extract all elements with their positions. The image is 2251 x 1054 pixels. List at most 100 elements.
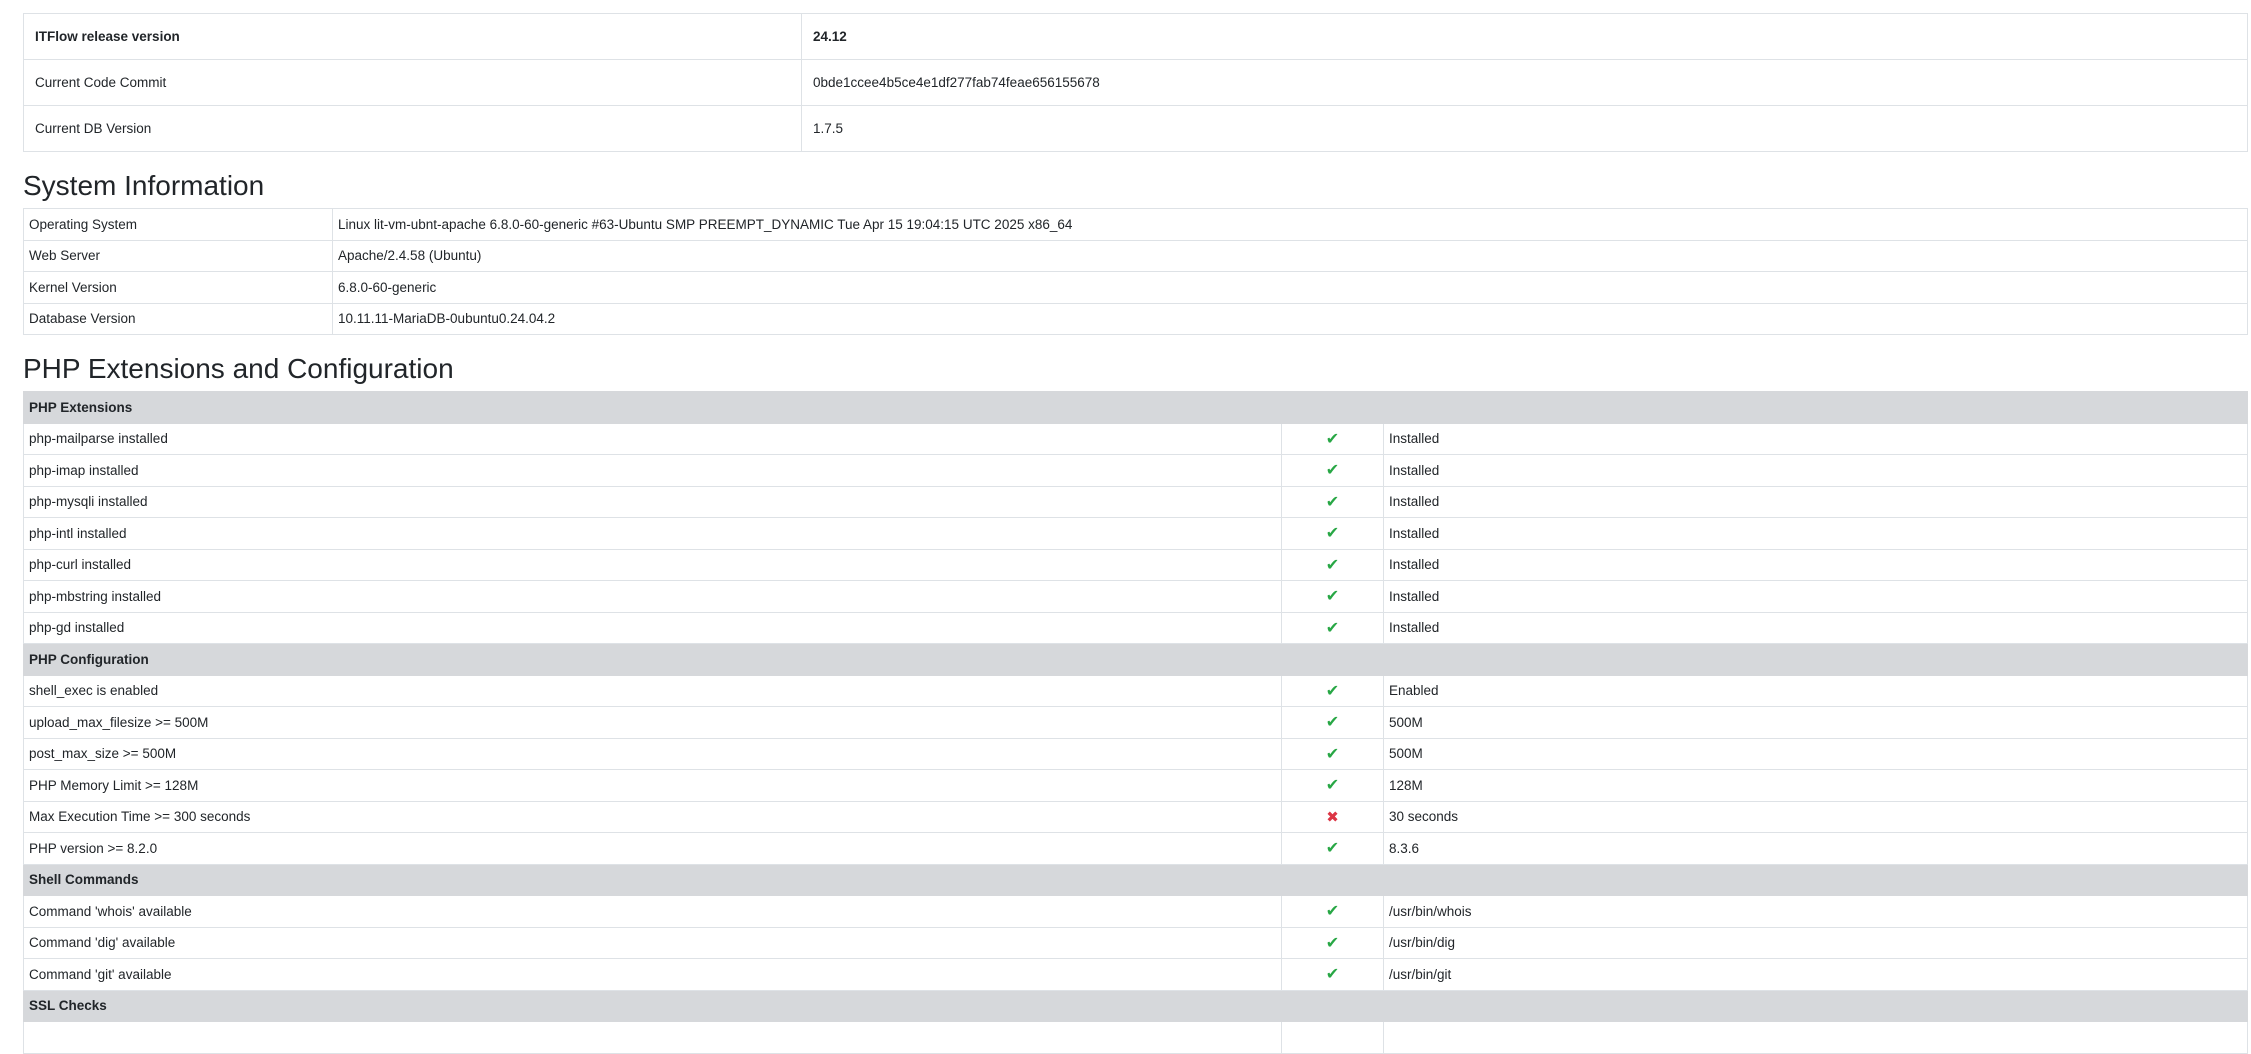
check-value: 128M bbox=[1383, 769, 2248, 802]
table-row: shell_exec is enabled ✔ Enabled bbox=[23, 674, 2248, 707]
check-label: Command 'whois' available bbox=[23, 895, 1282, 928]
row-label: Operating System bbox=[23, 208, 333, 241]
cross-icon: ✖ bbox=[1326, 808, 1339, 826]
row-label: Web Server bbox=[23, 239, 333, 272]
section-title: PHP Configuration bbox=[23, 643, 2248, 676]
check-value: 500M bbox=[1383, 737, 2248, 770]
status-cell: ✔ bbox=[1281, 769, 1384, 802]
table-row: Command 'dig' available ✔ /usr/bin/dig bbox=[23, 926, 2248, 959]
php-config-heading: PHP Extensions and Configuration bbox=[23, 353, 454, 384]
check-value: 500M bbox=[1383, 706, 2248, 739]
status-cell: ✔ bbox=[1281, 454, 1384, 487]
section-header-row: Shell Commands bbox=[23, 863, 2248, 896]
table-row: Operating System Linux lit-vm-ubnt-apach… bbox=[23, 208, 2248, 241]
php-config-body: PHP Extensions php-mailparse installed ✔ In… bbox=[23, 391, 2248, 1054]
status-cell: ✔ bbox=[1281, 517, 1384, 550]
table-row: Max Execution Time >= 300 seconds ✖ 30 sec… bbox=[23, 800, 2248, 833]
php-config-table: PHP Extensions php-mailparse installed ✔ In… bbox=[23, 391, 2248, 1054]
table-row: PHP Memory Limit >= 128M ✔ 128M bbox=[23, 769, 2248, 802]
table-row: php-imap installed ✔ Installed bbox=[23, 454, 2248, 487]
status-cell: ✔ bbox=[1281, 548, 1384, 581]
check-value: Installed bbox=[1383, 485, 2248, 518]
row-value: Apache/2.4.58 (Ubuntu) bbox=[332, 239, 2248, 272]
status-cell: ✔ bbox=[1281, 485, 1384, 518]
check-icon: ✔ bbox=[1325, 840, 1340, 858]
version-value: 24.12 bbox=[801, 13, 2248, 60]
check-icon: ✔ bbox=[1325, 556, 1340, 574]
check-label: PHP Memory Limit >= 128M bbox=[23, 769, 1282, 802]
check-value bbox=[1383, 1021, 2248, 1054]
page: ITFlow release version 24.12 Current Cod… bbox=[23, 0, 2248, 1054]
check-icon: ✔ bbox=[1325, 777, 1340, 795]
table-row: PHP version >= 8.2.0 ✔ 8.3.6 bbox=[23, 832, 2248, 865]
table-row: php-intl installed ✔ Installed bbox=[23, 517, 2248, 550]
table-row: ITFlow release version 24.12 bbox=[23, 13, 2248, 60]
status-cell: ✔ bbox=[1281, 422, 1384, 455]
table-row: Database Version 10.11.11-MariaDB-0ubunt… bbox=[23, 302, 2248, 335]
check-value: Installed bbox=[1383, 611, 2248, 644]
check-label: Command 'git' available bbox=[23, 958, 1282, 991]
commit-label: Current Code Commit bbox=[23, 59, 802, 106]
check-label: post_max_size >= 500M bbox=[23, 737, 1282, 770]
row-value: 6.8.0-60-generic bbox=[332, 271, 2248, 304]
table-row: upload_max_filesize >= 500M ✔ 500M bbox=[23, 706, 2248, 739]
db-version-value: 1.7.5 bbox=[801, 105, 2248, 152]
check-icon: ✔ bbox=[1325, 745, 1340, 763]
table-row: Web Server Apache/2.4.58 (Ubuntu) bbox=[23, 239, 2248, 272]
check-value: /usr/bin/whois bbox=[1383, 895, 2248, 928]
check-label: php-mailparse installed bbox=[23, 422, 1282, 455]
table-row: Kernel Version 6.8.0-60-generic bbox=[23, 271, 2248, 304]
check-label: upload_max_filesize >= 500M bbox=[23, 706, 1282, 739]
check-label: PHP version >= 8.2.0 bbox=[23, 832, 1282, 865]
version-table: ITFlow release version 24.12 Current Cod… bbox=[23, 13, 2248, 152]
status-cell: ✔ bbox=[1281, 895, 1384, 928]
table-row: php-curl installed ✔ Installed bbox=[23, 548, 2248, 581]
table-row: php-mysqli installed ✔ Installed bbox=[23, 485, 2248, 518]
check-label: Max Execution Time >= 300 seconds bbox=[23, 800, 1282, 833]
db-version-label: Current DB Version bbox=[23, 105, 802, 152]
check-icon: ✔ bbox=[1325, 588, 1340, 606]
system-info-heading: System Information bbox=[23, 170, 265, 201]
table-row: post_max_size >= 500M ✔ 500M bbox=[23, 737, 2248, 770]
check-label: php-intl installed bbox=[23, 517, 1282, 550]
check-value: Installed bbox=[1383, 517, 2248, 550]
check-icon: ✔ bbox=[1325, 682, 1340, 700]
check-icon: ✔ bbox=[1325, 462, 1340, 480]
table-row: php-mbstring installed ✔ Installed bbox=[23, 580, 2248, 613]
section-title: PHP Extensions bbox=[23, 391, 2248, 424]
table-row bbox=[23, 1021, 2248, 1054]
check-icon: ✔ bbox=[1325, 619, 1340, 637]
check-label: php-mbstring installed bbox=[23, 580, 1282, 613]
check-value: Installed bbox=[1383, 580, 2248, 613]
section-title: Shell Commands bbox=[23, 863, 2248, 896]
status-cell bbox=[1281, 1021, 1384, 1054]
check-value: /usr/bin/git bbox=[1383, 958, 2248, 991]
check-icon: ✔ bbox=[1325, 525, 1340, 543]
check-value: Installed bbox=[1383, 422, 2248, 455]
check-value: 8.3.6 bbox=[1383, 832, 2248, 865]
check-value: 30 seconds bbox=[1383, 800, 2248, 833]
check-icon: ✔ bbox=[1325, 934, 1340, 952]
check-label: shell_exec is enabled bbox=[23, 674, 1282, 707]
table-row: php-mailparse installed ✔ Installed bbox=[23, 422, 2248, 455]
check-value: /usr/bin/dig bbox=[1383, 926, 2248, 959]
check-value: Installed bbox=[1383, 548, 2248, 581]
check-value: Enabled bbox=[1383, 674, 2248, 707]
section-header-row: SSL Checks bbox=[23, 989, 2248, 1022]
table-row: Command 'git' available ✔ /usr/bin/git bbox=[23, 958, 2248, 991]
section-header-row: PHP Extensions bbox=[23, 391, 2248, 424]
status-cell: ✔ bbox=[1281, 958, 1384, 991]
status-cell: ✔ bbox=[1281, 580, 1384, 613]
status-cell: ✔ bbox=[1281, 706, 1384, 739]
version-label: ITFlow release version bbox=[23, 13, 802, 60]
table-row: Current Code Commit 0bde1ccee4b5ce4e1df2… bbox=[23, 59, 2248, 106]
check-icon: ✔ bbox=[1325, 714, 1340, 732]
check-icon: ✔ bbox=[1325, 903, 1340, 921]
status-cell: ✔ bbox=[1281, 674, 1384, 707]
system-info-table: Operating System Linux lit-vm-ubnt-apach… bbox=[23, 208, 2248, 335]
check-icon: ✔ bbox=[1325, 493, 1340, 511]
status-cell: ✔ bbox=[1281, 832, 1384, 865]
status-cell: ✔ bbox=[1281, 926, 1384, 959]
row-label: Kernel Version bbox=[23, 271, 333, 304]
section-title: SSL Checks bbox=[23, 989, 2248, 1022]
